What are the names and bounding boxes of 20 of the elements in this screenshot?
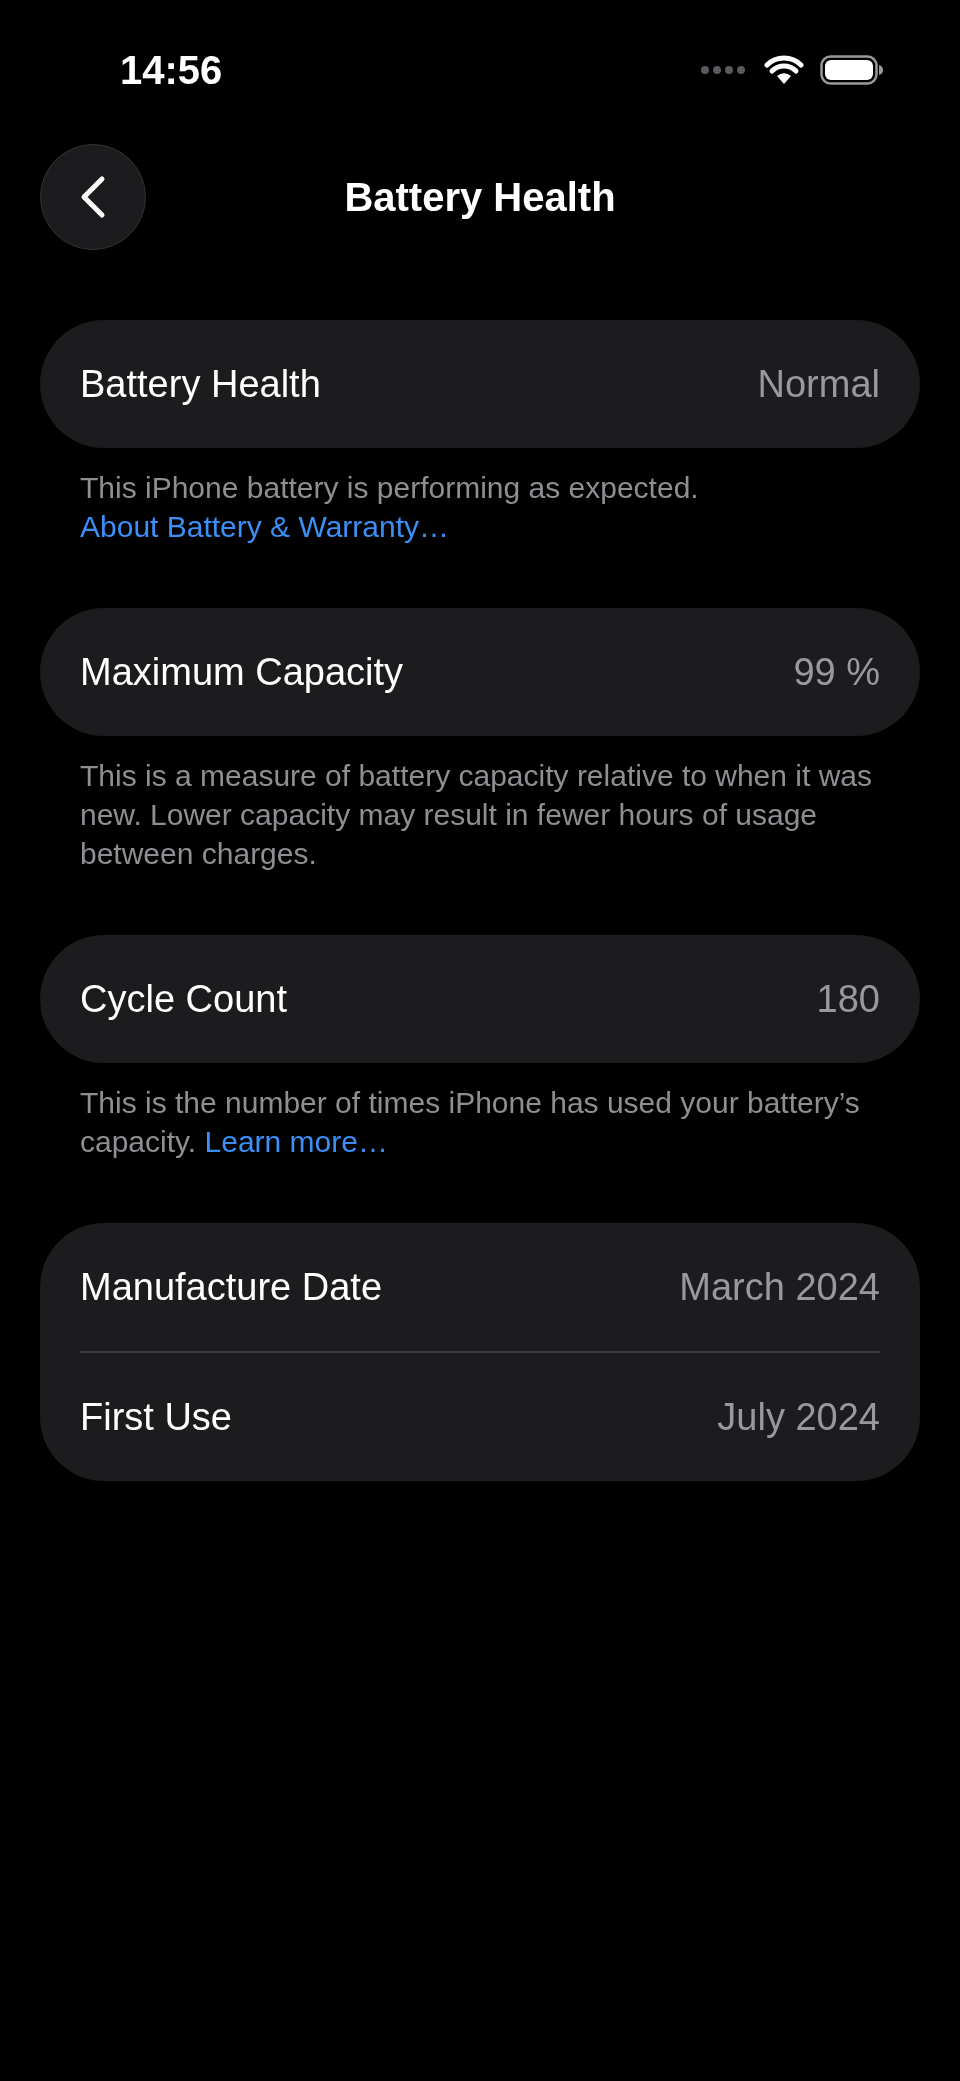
row-value: March 2024: [679, 1265, 880, 1309]
row-label: Manufacture Date: [80, 1265, 383, 1309]
screen-title: Battery Health: [344, 174, 616, 220]
footer-link[interactable]: Learn more…: [204, 1125, 388, 1158]
row-label: Battery Health: [80, 362, 321, 406]
footer-description: This is the number of times iPhone has used your battery’s capacity. Learn more…: [80, 1085, 861, 1160]
row-label: Cycle Count: [80, 977, 287, 1021]
battery-icon: [820, 55, 884, 85]
row-value: Normal: [757, 362, 880, 406]
signal-icon: [700, 65, 748, 75]
wifi-icon: [764, 55, 804, 85]
footer-description: This is a measure of battery capacity relative to when it was new. Lower capacity may result in fewer hours of usage between charges.: [80, 758, 873, 872]
row-label: First Use: [80, 1395, 232, 1439]
row-label: Maximum Capacity: [80, 650, 404, 694]
row-value: 180: [816, 977, 880, 1021]
row-value: 99 %: [793, 650, 880, 694]
footer-description: This iPhone battery is performing as expected. About Battery & Warranty…: [80, 470, 700, 545]
status-time: 14:56: [120, 47, 223, 94]
row-value: July 2024: [717, 1395, 880, 1439]
footer-link[interactable]: About Battery & Warranty…: [80, 510, 450, 543]
